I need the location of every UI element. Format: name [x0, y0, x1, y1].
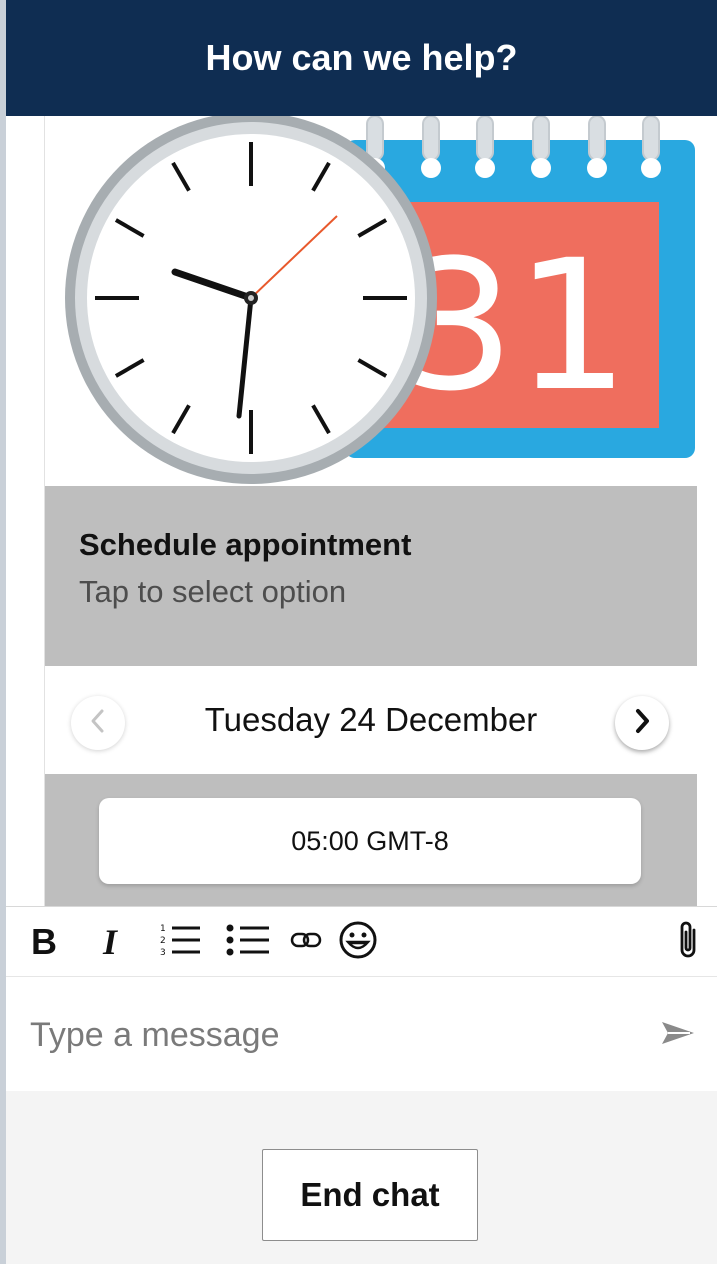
link-button[interactable]: [286, 907, 326, 977]
end-chat-button[interactable]: End chat: [262, 1149, 478, 1241]
svg-text:1: 1: [160, 924, 166, 934]
chevron-left-icon: [88, 708, 108, 739]
paperclip-icon: [674, 918, 702, 967]
appointment-card: 31 Schedule appointment Tap to select op…: [44, 116, 697, 906]
time-slot-button[interactable]: 05:00 GMT-8: [99, 798, 641, 884]
bullet-list-button[interactable]: [220, 907, 276, 977]
message-input[interactable]: [30, 1005, 630, 1065]
calendar-number: 31: [400, 222, 629, 431]
numbered-list-button[interactable]: 1 2 3: [152, 907, 208, 977]
clock-graphic: [65, 116, 437, 484]
header-title: How can we help?: [205, 37, 518, 78]
emoji-icon: [338, 920, 378, 965]
attach-button[interactable]: [668, 907, 708, 977]
chevron-right-icon: [632, 708, 652, 739]
bullet-list-icon: [225, 920, 271, 965]
card-subtitle: Tap to select option: [79, 574, 347, 610]
card-title: Schedule appointment: [79, 527, 412, 562]
card-info[interactable]: Schedule appointment Tap to select optio…: [45, 486, 697, 666]
chat-footer: End chat: [6, 1091, 717, 1264]
chat-header: How can we help?: [6, 0, 717, 116]
previous-date-button[interactable]: [71, 696, 125, 750]
time-slot-list: 05:00 GMT-8: [45, 774, 697, 906]
italic-button[interactable]: I: [90, 907, 130, 977]
date-label: Tuesday 24 December: [204, 701, 538, 738]
formatting-toolbar: B I 1 2 3: [6, 906, 717, 976]
message-list[interactable]: 31 Schedule appointment Tap to select op…: [6, 116, 717, 906]
numbered-list-icon: 1 2 3: [158, 920, 202, 965]
link-icon: [290, 930, 322, 955]
next-date-button[interactable]: [615, 696, 669, 750]
svg-text:3: 3: [160, 948, 166, 958]
message-composer: [6, 976, 717, 1091]
chat-widget: How can we help? 31 Schedule appointment…: [0, 0, 717, 1264]
date-picker: Tuesday 24 December: [45, 666, 697, 774]
emoji-button[interactable]: [330, 907, 386, 977]
send-button[interactable]: [656, 1013, 700, 1057]
bold-button[interactable]: B: [24, 907, 64, 977]
send-icon: [660, 1018, 696, 1053]
svg-text:2: 2: [160, 936, 166, 946]
clock-calendar-icon: 31: [45, 116, 697, 486]
